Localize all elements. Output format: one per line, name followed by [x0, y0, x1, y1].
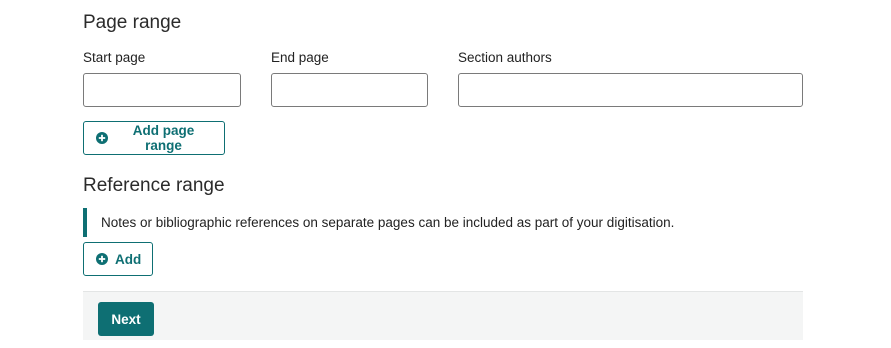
section-authors-input[interactable] [458, 73, 803, 107]
end-page-field: End page [271, 49, 428, 107]
section-authors-field: Section authors [458, 49, 803, 107]
reference-notice: Notes or bibliographic references on sep… [83, 208, 801, 237]
start-page-field: Start page [83, 49, 241, 107]
plus-circle-icon [96, 253, 108, 265]
add-page-range-button[interactable]: Add page range [83, 121, 225, 155]
add-reference-label: Add [115, 251, 142, 267]
add-page-range-label: Add page range [132, 123, 195, 153]
reference-notice-text: Notes or bibliographic references on sep… [101, 215, 675, 230]
start-page-label: Start page [83, 50, 146, 65]
reference-range-heading: Reference range [83, 175, 225, 196]
add-reference-button[interactable]: Add [83, 242, 153, 276]
next-button[interactable]: Next [98, 302, 154, 336]
page-range-heading: Page range [83, 12, 182, 33]
end-page-label: End page [271, 50, 329, 65]
end-page-input[interactable] [271, 73, 428, 107]
section-authors-label: Section authors [458, 50, 552, 65]
page-range-fields: Start page End page Section authors [83, 49, 803, 109]
form-footer: Next [83, 291, 803, 340]
start-page-input[interactable] [83, 73, 241, 107]
plus-circle-icon [96, 132, 108, 144]
